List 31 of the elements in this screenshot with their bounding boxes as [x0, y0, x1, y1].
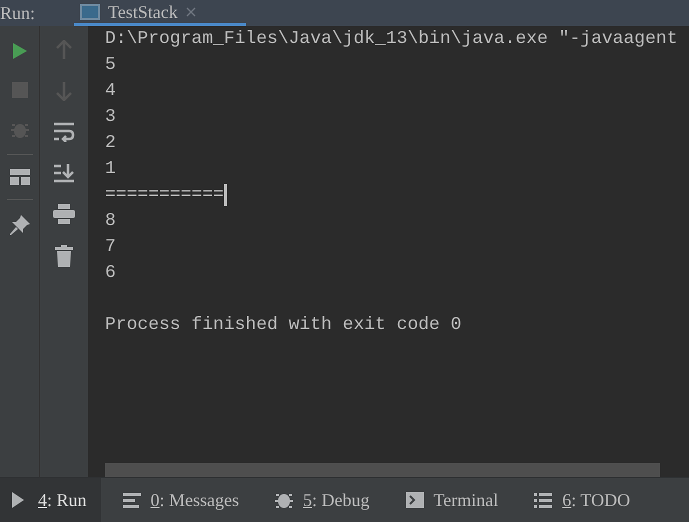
tool-window-tab[interactable]: 6: TODO — [524, 478, 644, 522]
trash-icon[interactable] — [55, 245, 73, 267]
play-icon[interactable] — [10, 42, 28, 60]
console-line: 2 — [105, 132, 116, 155]
lines-icon — [122, 491, 141, 509]
console-icon — [80, 4, 100, 20]
console-line: 7 — [105, 236, 116, 259]
list-icon — [534, 491, 552, 509]
soft-wrap-icon[interactable] — [53, 122, 75, 142]
console-line: =========== — [105, 184, 224, 207]
close-icon — [186, 6, 196, 16]
bug-icon — [275, 491, 294, 509]
console-line: 1 — [105, 158, 116, 181]
console-line: Process finished with exit code 0 — [105, 314, 462, 337]
terminal-icon — [406, 491, 424, 509]
printer-icon[interactable] — [53, 204, 75, 224]
run-label: Run: — [0, 4, 36, 22]
scroll-to-end-icon[interactable] — [53, 163, 75, 183]
pin-icon[interactable] — [8, 214, 30, 236]
layout-icon[interactable] — [10, 169, 30, 185]
console-line: 5 — [105, 54, 116, 77]
tool-window-tab[interactable]: Terminal — [396, 478, 512, 522]
tool-window-tab[interactable]: 5: Debug — [265, 478, 384, 522]
console-line: D:\Program_Files\Java\jdk_13\bin\java.exe "-javaagent — [105, 28, 678, 51]
console-line: 8 — [105, 210, 116, 233]
console-line: 3 — [105, 106, 116, 129]
tool-window-tab[interactable]: 4: Run — [0, 478, 101, 522]
editor-tab[interactable]: TestStack — [74, 0, 246, 26]
console-line: 4 — [105, 80, 116, 103]
tool-window-tab[interactable]: 0: Messages — [112, 478, 254, 522]
console-line: 6 — [105, 262, 116, 285]
